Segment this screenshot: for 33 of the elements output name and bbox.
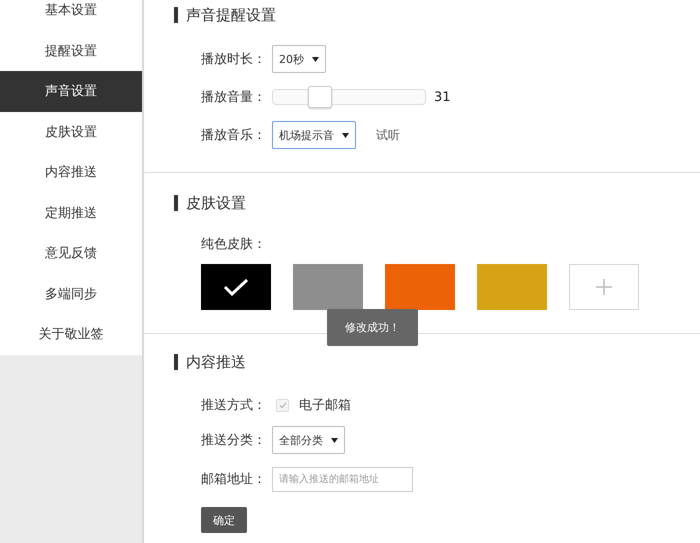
add-swatch-button[interactable] [569,264,639,310]
color-swatch[interactable] [201,264,271,310]
caret-icon [312,56,319,62]
section-title: 声音提醒设置 [174,7,700,23]
plus-icon [596,279,612,295]
sidebar-item[interactable]: 声音设置 [0,71,142,112]
color-swatch[interactable] [477,264,547,310]
caret-icon [342,132,349,138]
field-label: 播放音乐： [201,127,266,144]
section-title: 皮肤设置 [174,195,700,211]
field-label: 推送方式： [201,397,266,414]
slider-thumb[interactable] [308,86,332,108]
duration-select[interactable]: 20秒 [272,45,326,73]
caret-icon [331,438,338,442]
field-label: 邮箱地址： [201,471,266,488]
category-select[interactable]: 全部分类 [272,426,345,454]
email-input[interactable]: 请输入推送的邮箱地址 [272,466,413,492]
check-icon [278,402,286,408]
section-title: 内容推送 [174,354,700,370]
checkbox-label: 电子邮箱 [299,397,351,414]
field-label: 推送分类： [201,432,266,449]
field-label: 播放音量： [201,89,266,106]
color-swatch[interactable] [293,264,363,310]
confirm-button[interactable]: 确定 [201,507,247,533]
volume-slider[interactable] [272,89,426,105]
color-swatch[interactable] [385,264,455,310]
volume-reading: 31 [434,90,451,104]
field-label: 播放时长： [201,51,266,68]
check-icon [223,278,249,296]
field-label: 纯色皮肤： [201,236,266,253]
preview-link[interactable]: 试听 [376,126,400,144]
music-select[interactable]: 机场提示音 [272,121,356,149]
success-toast: 修改成功！ [327,309,418,346]
